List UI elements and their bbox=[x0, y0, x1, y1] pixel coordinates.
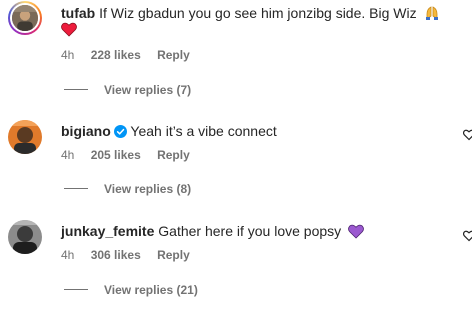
like-count[interactable]: 306 likes bbox=[91, 248, 141, 262]
reply-button[interactable]: Reply bbox=[157, 248, 190, 262]
verified-badge-icon bbox=[113, 125, 127, 138]
folded-hands-emoji bbox=[424, 5, 440, 25]
like-count[interactable]: 228 likes bbox=[91, 48, 141, 62]
like-heart-icon[interactable] bbox=[462, 128, 472, 141]
view-replies-button[interactable]: View replies (8) bbox=[64, 181, 191, 197]
username[interactable]: junkay_femite bbox=[61, 223, 154, 239]
like-heart-icon[interactable] bbox=[462, 229, 472, 242]
comment-line: junkay_femite Gather here if you love po… bbox=[61, 222, 364, 243]
reply-button[interactable]: Reply bbox=[157, 48, 190, 62]
purple-heart-emoji bbox=[348, 224, 364, 243]
comment-time: 4h bbox=[61, 48, 75, 62]
view-replies-label: View replies (21) bbox=[104, 283, 198, 297]
comment-meta: 4h 306 likes Reply bbox=[61, 247, 203, 263]
avatar[interactable] bbox=[8, 1, 42, 35]
avatar[interactable] bbox=[8, 220, 42, 254]
view-replies-button[interactable]: View replies (7) bbox=[64, 82, 191, 98]
divider-line bbox=[64, 188, 88, 189]
comment-text: Yeah it’s a vibe connect bbox=[130, 123, 277, 139]
red-heart-emoji bbox=[61, 22, 77, 42]
comment-meta: 4h 228 likes Reply bbox=[61, 47, 203, 63]
comment-meta: 4h 205 likes Reply bbox=[61, 147, 203, 163]
comment-text: Gather here if you love popsy bbox=[158, 223, 342, 239]
comment-time: 4h bbox=[61, 248, 75, 262]
avatar-image bbox=[12, 5, 38, 31]
avatar-image bbox=[8, 120, 42, 154]
view-replies-label: View replies (8) bbox=[104, 182, 192, 196]
divider-line bbox=[64, 289, 88, 290]
comment-time: 4h bbox=[61, 148, 75, 162]
like-count[interactable]: 205 likes bbox=[91, 148, 141, 162]
divider-line bbox=[64, 89, 88, 90]
comment-line: tufab If Wiz gbadun you go see him jonzi… bbox=[61, 4, 440, 25]
view-replies-label: View replies (7) bbox=[104, 83, 192, 97]
username[interactable]: bigiano bbox=[61, 123, 111, 139]
avatar-image bbox=[8, 220, 42, 254]
comment-line: bigiano Yeah it’s a vibe connect bbox=[61, 122, 277, 140]
view-replies-button[interactable]: View replies (21) bbox=[64, 282, 198, 298]
comment-text: If Wiz gbadun you go see him jonzibg sid… bbox=[99, 5, 417, 21]
avatar[interactable] bbox=[8, 120, 42, 154]
reply-button[interactable]: Reply bbox=[157, 148, 190, 162]
username[interactable]: tufab bbox=[61, 5, 95, 21]
